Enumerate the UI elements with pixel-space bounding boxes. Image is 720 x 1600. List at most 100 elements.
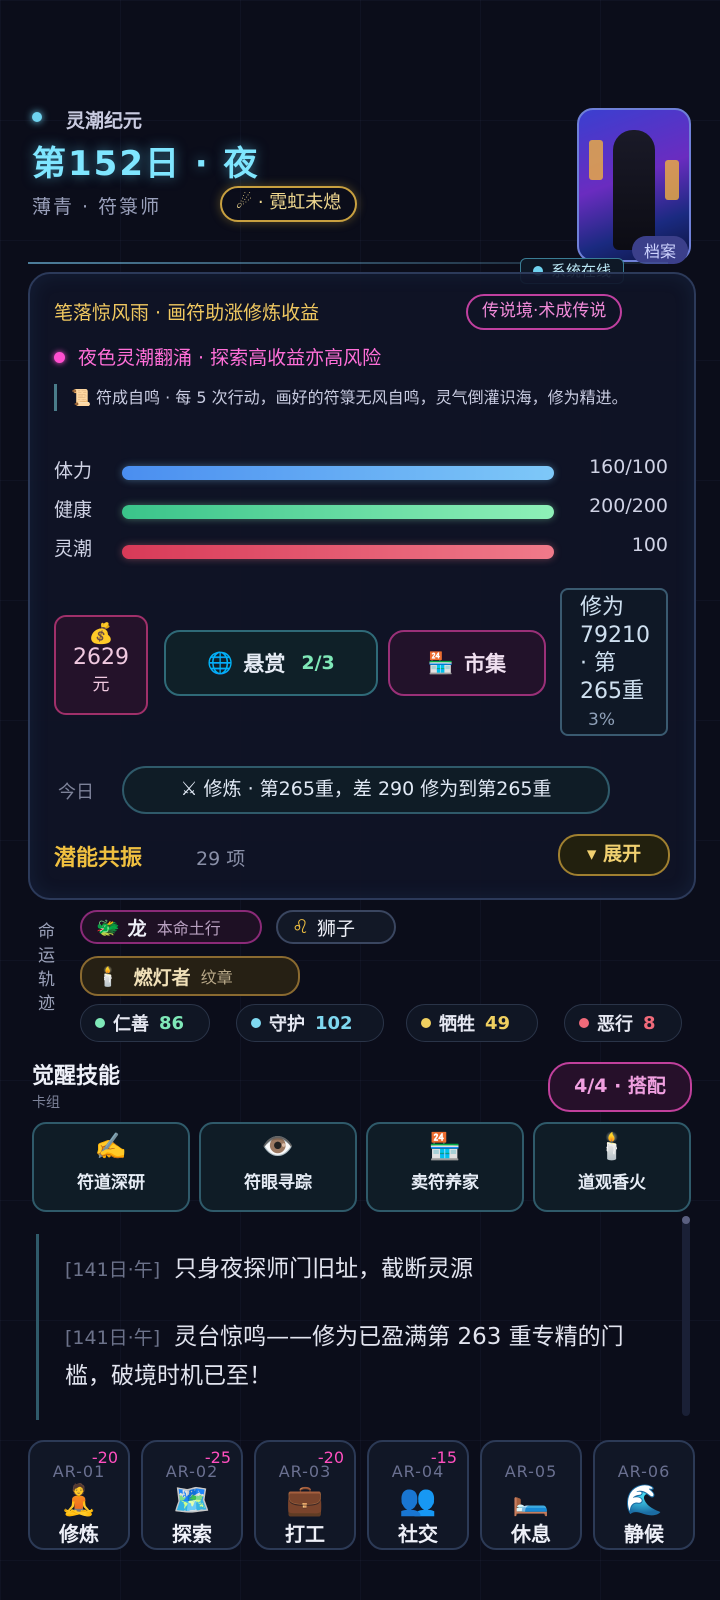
log-scrollbar[interactable] (682, 1216, 690, 1416)
skill-name: 卖符养家 (411, 1173, 479, 1193)
skills-subtitle: 卡组 (32, 1095, 60, 1111)
fate-track-label: 命 运 轨 迹 (38, 920, 58, 1016)
meditate-icon: 🧘 (60, 1483, 98, 1518)
zodiac-name: 龙 (127, 917, 147, 940)
virtue-dot (95, 1018, 105, 1028)
leo-icon: ♌ (292, 916, 310, 938)
stamina-bar (122, 466, 554, 480)
virtue-value: 102 (315, 1012, 353, 1034)
zodiac-pill[interactable]: 🐲 龙 本命土行 (80, 910, 262, 944)
virtue-name: 仁善 (113, 1014, 149, 1035)
fate-label-char: 命 (38, 922, 55, 942)
skill-name: 道观香火 (578, 1173, 646, 1193)
virtue-dot (251, 1018, 261, 1028)
action-name: 打工 (285, 1522, 325, 1546)
title-badge[interactable]: ☄ · 霓虹未熄 (220, 186, 358, 222)
cultivation-line: 79210 (580, 623, 650, 648)
writing-hand-icon: ✍️ (94, 1132, 128, 1162)
stat-value-health: 200/200 (589, 495, 668, 517)
dragon-icon: 🐲 (96, 916, 120, 939)
health-bar (122, 505, 554, 519)
skill-card[interactable]: 👁️ 符眼寻踪 (199, 1122, 357, 1212)
talisman-quote: 📜 符成自鸣 · 每 5 次行动，画好的符箓无风自鸣，灵气倒灌识海，修为精进。 (54, 384, 671, 411)
cultivation-box[interactable]: 修为 79210 · 第 265重 3% (560, 588, 668, 736)
today-label: 今日 (58, 782, 94, 803)
money-box[interactable]: 💰 2629 元 (54, 615, 148, 715)
money-bag-icon: 💰 (88, 621, 114, 645)
virtue-name: 牺牲 (439, 1014, 475, 1035)
today-task-pill[interactable]: ⚔ 修炼 · 第265重，差 290 修为到第265重 (122, 766, 610, 814)
era-indicator-dot (32, 112, 42, 122)
map-icon: 🗺️ (173, 1483, 211, 1518)
virtue-guardian: 守护 102 (236, 1004, 384, 1042)
action-code: AR-05 (504, 1462, 558, 1481)
eye-icon: 👁️ (261, 1132, 295, 1162)
scrollbar-thumb[interactable] (682, 1216, 690, 1224)
stat-label-spirit-tide: 灵潮 (54, 538, 93, 560)
money-value: 2629 (73, 645, 129, 670)
medal-sub: 纹章 (200, 968, 233, 987)
cultivation-line: · 第 (580, 651, 616, 676)
bounty-count: 2/3 (301, 652, 335, 674)
action-wait[interactable]: AR-06 🌊 静候 (593, 1440, 695, 1550)
portrait-talisman-right (665, 160, 679, 200)
skill-card[interactable]: ✍️ 符道深研 (32, 1122, 190, 1212)
stat-value-spirit-tide: 100 (631, 534, 668, 556)
wave-icon: 🌊 (625, 1483, 663, 1518)
zodiac-element: 本命土行 (156, 919, 221, 938)
log-timestamp: [141日·午] (65, 1259, 161, 1281)
secondary-buff: 夜色灵潮翻涌 · 探索高收益亦高风险 (78, 347, 382, 369)
action-work[interactable]: -20 AR-03 💼 打工 (254, 1440, 356, 1550)
skill-card[interactable]: 🏪 卖符养家 (366, 1122, 524, 1212)
cultivation-line: 修为 (580, 595, 625, 620)
deck-configure-button[interactable]: 4/4 · 搭配 (548, 1062, 692, 1112)
action-explore[interactable]: -25 AR-02 🗺️ 探索 (141, 1440, 243, 1550)
action-name: 社交 (398, 1522, 438, 1546)
potential-count: 29 项 (196, 848, 246, 870)
stat-label-stamina: 体力 (54, 460, 93, 482)
event-log[interactable]: [141日·午] 只身夜探师门旧址，截断灵源 [141日·午] 灵台惊鸣——修为已盈… (36, 1234, 679, 1420)
day-title: 第152日 · 夜 (32, 144, 260, 184)
realm-badge[interactable]: 传说境·术成传说 (466, 294, 623, 330)
store-icon: 🏪 (428, 1132, 462, 1162)
virtue-evil: 恶行 8 (564, 1004, 682, 1042)
action-rest[interactable]: AR-05 🛏️ 休息 (480, 1440, 582, 1550)
bounty-button[interactable]: 🌐 悬赏 2/3 (164, 630, 378, 696)
secondary-buff-dot (54, 352, 65, 363)
stat-label-health: 健康 (54, 499, 93, 521)
action-name: 休息 (511, 1522, 551, 1546)
log-entry: [141日·午] 灵台惊鸣——修为已盈满第 263 重专精的门槛，破境时机已至！ (65, 1318, 665, 1395)
action-cost: -25 (204, 1448, 231, 1467)
character-line: 薄青 · 符箓师 (32, 196, 162, 218)
archive-button[interactable]: 档案 (632, 236, 689, 264)
bounty-label: 悬赏 (243, 652, 286, 676)
virtue-value: 49 (485, 1012, 511, 1034)
virtue-name: 守护 (269, 1014, 305, 1035)
action-cultivate[interactable]: -20 AR-01 🧘 修炼 (28, 1440, 130, 1550)
cultivation-percent: 3% (588, 710, 615, 730)
medal-pill[interactable]: 🕯️ 燃灯者 纹章 (80, 956, 300, 996)
star-sign-pill[interactable]: ♌ 狮子 (276, 910, 396, 944)
potential-title: 潜能共振 (54, 846, 143, 871)
action-social[interactable]: -15 AR-04 👥 社交 (367, 1440, 469, 1550)
virtue-name: 恶行 (597, 1014, 633, 1035)
market-button[interactable]: 🏪 市集 (388, 630, 546, 696)
action-code: AR-06 (617, 1462, 671, 1481)
globe-icon: 🌐 (207, 650, 234, 675)
expand-button[interactable]: ▾ 展开 (558, 834, 670, 876)
bed-icon: 🛏️ (512, 1483, 550, 1518)
store-icon: 🏪 (427, 650, 455, 675)
spirit-tide-bar (122, 545, 554, 559)
action-cost: -15 (430, 1448, 457, 1467)
virtue-sacrifice: 牺牲 49 (406, 1004, 538, 1042)
people-icon: 👥 (399, 1483, 437, 1518)
skill-card[interactable]: 🕯️ 道观香火 (533, 1122, 691, 1212)
fate-label-char: 运 (38, 946, 55, 966)
candle-icon: 🕯️ (595, 1132, 629, 1162)
skill-name: 符眼寻踪 (244, 1173, 312, 1193)
portrait-talisman-left (589, 140, 603, 180)
virtue-dot (421, 1018, 431, 1028)
virtue-value: 86 (159, 1012, 185, 1034)
skill-name: 符道深研 (77, 1173, 145, 1193)
briefcase-icon: 💼 (286, 1483, 324, 1518)
